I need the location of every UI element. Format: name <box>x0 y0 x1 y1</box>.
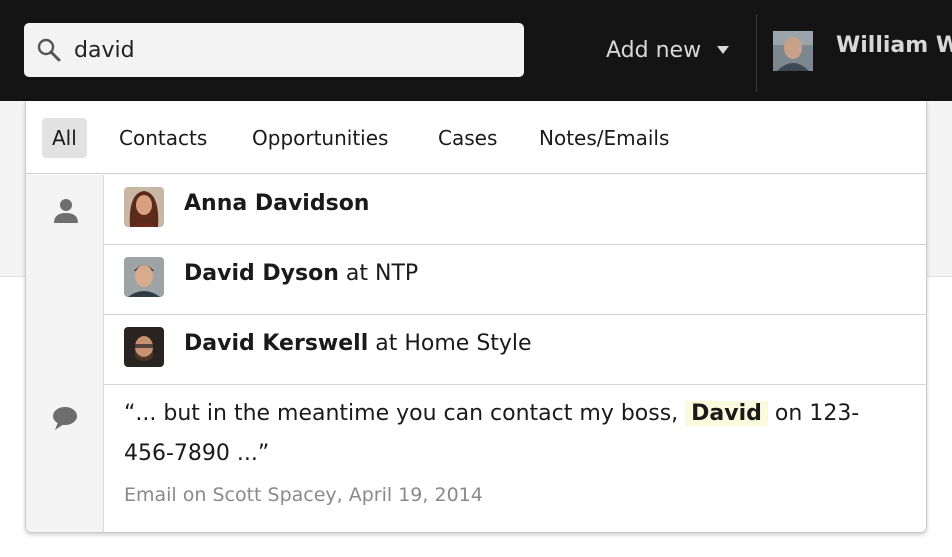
contact-name: David Dyson <box>184 261 339 286</box>
contact-result-text: David Dyson at NTP <box>184 261 418 286</box>
tab-contacts[interactable]: Contacts <box>119 118 207 158</box>
person-icon <box>54 199 78 223</box>
note-quote-before: “... but in the meantime you can contact… <box>124 401 679 426</box>
top-bar: Add new William Wo <box>0 0 952 101</box>
speech-bubble-icon <box>53 407 77 430</box>
add-new-button[interactable]: Add new <box>606 33 730 67</box>
chevron-down-icon <box>717 46 730 54</box>
search-input[interactable] <box>74 31 514 69</box>
contact-result-text: David Kerswell at Home Style <box>184 331 532 356</box>
contact-result-row[interactable]: Anna Davidson <box>104 175 926 245</box>
contact-result-row[interactable]: David Dyson at NTP <box>104 245 926 315</box>
tab-notes-emails[interactable]: Notes/Emails <box>539 118 669 158</box>
contact-avatar <box>124 257 164 297</box>
contact-at: at <box>345 261 368 286</box>
contact-result-text: Anna Davidson <box>184 191 369 216</box>
note-excerpt: “... but in the meantime you can contact… <box>124 394 904 474</box>
result-filter-tabs: All Contacts Opportunities Cases Notes/E… <box>26 101 926 174</box>
user-avatar-image <box>773 31 813 71</box>
user-name[interactable]: William Wo <box>836 33 952 58</box>
header-divider <box>756 14 757 92</box>
add-new-label: Add new <box>606 37 702 63</box>
contact-avatar <box>124 187 164 227</box>
search-icon <box>37 38 61 62</box>
search-results-dropdown: All Contacts Opportunities Cases Notes/E… <box>25 101 927 533</box>
section-gutter <box>26 175 104 532</box>
tab-all[interactable]: All <box>42 118 87 158</box>
contact-company: Home Style <box>404 331 532 356</box>
note-meta: Email on Scott Spacey, April 19, 2014 <box>124 484 483 506</box>
contact-avatar <box>124 327 164 367</box>
tab-cases[interactable]: Cases <box>438 118 497 158</box>
user-avatar[interactable] <box>773 31 813 71</box>
search-highlight: David <box>685 401 768 426</box>
contact-company: NTP <box>374 261 419 286</box>
tab-opportunities[interactable]: Opportunities <box>252 118 388 158</box>
search-box[interactable] <box>24 23 524 77</box>
contact-name: Anna Davidson <box>184 191 370 216</box>
contact-name: David Kerswell <box>184 331 369 356</box>
note-result-row[interactable]: “... but in the meantime you can contact… <box>104 384 926 532</box>
contact-at: at <box>375 331 398 356</box>
contact-result-row[interactable]: David Kerswell at Home Style <box>104 315 926 385</box>
